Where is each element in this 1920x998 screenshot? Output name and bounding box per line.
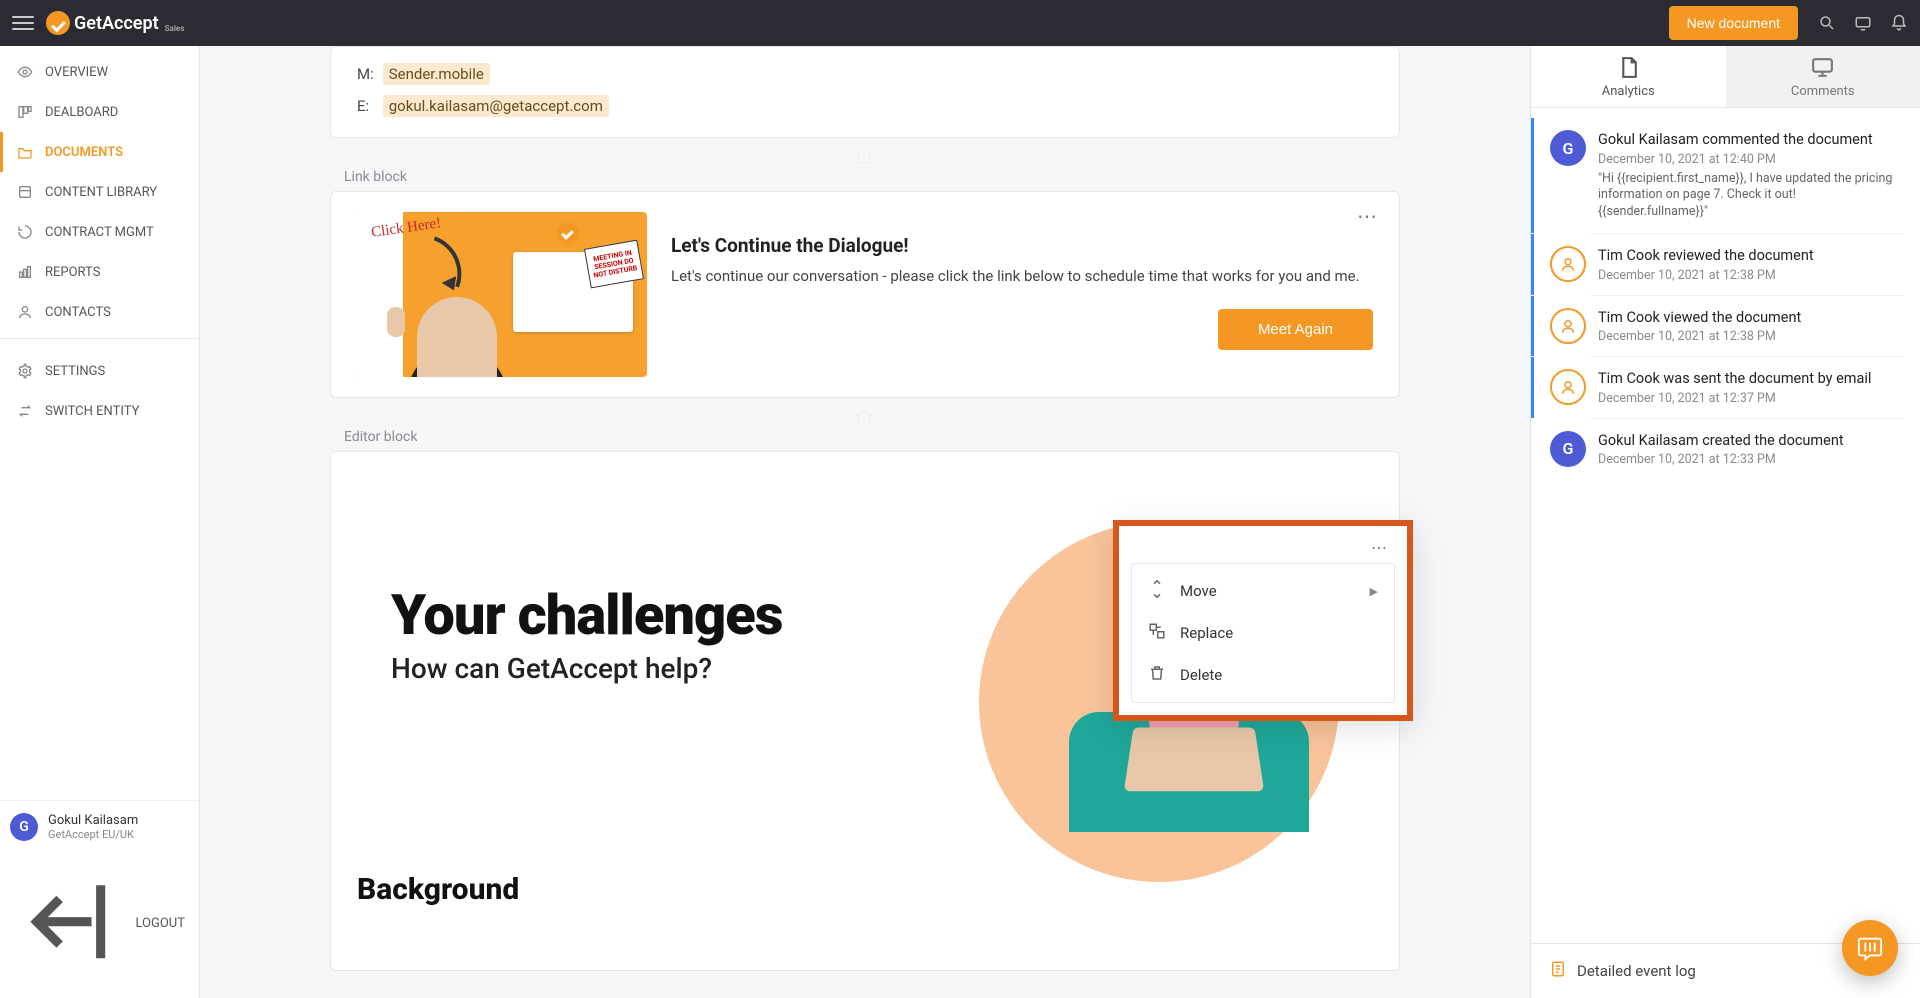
eye-icon (17, 64, 33, 80)
mobile-label: M: (357, 65, 379, 83)
feed-quote: "Hi {{recipient.first_name}}, I have upd… (1598, 171, 1904, 222)
link-block-menu-icon[interactable]: ⋯ (1357, 206, 1379, 226)
sidebar-label: CONTENT LIBRARY (45, 185, 157, 200)
mobile-chip[interactable]: Sender.mobile (383, 63, 490, 85)
sidebar-label: CONTRACT MGMT (45, 225, 154, 240)
trash-icon (1148, 664, 1166, 686)
link-thumbnail: Click Here! MEETING IN SESSION DO NOT DI… (357, 212, 647, 377)
sidebar: OVERVIEW DEALBOARD DOCUMENTS CONTENT LIB… (0, 46, 200, 998)
email-chip[interactable]: gokul.kailasam@getaccept.com (383, 95, 609, 117)
log-icon (1549, 960, 1567, 982)
sidebar-label: CONTACTS (45, 305, 111, 320)
logo[interactable]: GetAccept Sales (46, 11, 184, 35)
context-move[interactable]: Move ▶ (1132, 570, 1394, 612)
brand-sub: Sales (165, 24, 185, 33)
feed-date: December 10, 2021 at 12:38 PM (1598, 268, 1814, 283)
tab-analytics[interactable]: Analytics (1531, 46, 1726, 107)
user-name: Gokul Kailasam (48, 813, 138, 828)
sidebar-item-reports[interactable]: REPORTS (0, 252, 199, 292)
link-block-card: ⋯ Click Here! MEETING IN SESSION DO NOT … (330, 191, 1400, 398)
editor-block-label: Editor block (344, 429, 1400, 445)
chart-icon (17, 264, 33, 280)
chevron-right-icon: ▶ (1370, 585, 1378, 598)
feed-date: December 10, 2021 at 12:40 PM (1598, 152, 1904, 167)
tab-comments[interactable]: Comments (1726, 46, 1920, 107)
feed-item[interactable]: G Gokul Kailasam created the documentDece… (1531, 419, 1920, 480)
feed-title: Tim Cook was sent the document by email (1598, 369, 1871, 389)
sidebar-item-contacts[interactable]: CONTACTS (0, 292, 199, 332)
replace-icon (1148, 622, 1166, 644)
user-org: GetAccept EU/UK (48, 828, 138, 841)
monitor-icon (1810, 55, 1835, 80)
drag-handle-icon[interactable]: ⋮⋮ (330, 154, 1400, 165)
history-icon (17, 224, 33, 240)
sidebar-label: REPORTS (45, 265, 100, 280)
sidebar-item-dealboard[interactable]: DEALBOARD (0, 92, 199, 132)
link-block-body: Let's continue our conversation - please… (671, 267, 1373, 285)
sidebar-label: DEALBOARD (45, 105, 118, 120)
sidebar-item-overview[interactable]: OVERVIEW (0, 52, 199, 92)
feed-title: Gokul Kailasam created the document (1598, 431, 1844, 451)
feed-avatar: G (1550, 431, 1586, 467)
intercom-launcher[interactable] (1842, 920, 1898, 976)
context-delete[interactable]: Delete (1132, 654, 1394, 696)
context-menu-trigger-icon[interactable]: ⋯ (1119, 526, 1407, 563)
sidebar-label: DOCUMENTS (45, 145, 123, 160)
board-icon (17, 104, 33, 120)
logout-icon (14, 867, 123, 980)
logout-button[interactable]: LOGOUT (0, 853, 199, 998)
switch-icon (17, 403, 33, 419)
context-menu-highlight: ⋯ Move ▶ Replace Delete (1113, 520, 1413, 721)
user-avatar: G (10, 813, 38, 841)
sidebar-item-documents[interactable]: DOCUMENTS (0, 132, 199, 172)
sidebar-item-settings[interactable]: SETTINGS (0, 351, 199, 391)
topbar: GetAccept Sales New document (0, 0, 1920, 46)
logo-mark-icon (46, 11, 70, 35)
search-icon[interactable] (1818, 14, 1836, 32)
feed-avatar: G (1550, 130, 1586, 166)
feed-date: December 10, 2021 at 12:33 PM (1598, 452, 1844, 467)
link-block-label: Link block (344, 169, 1400, 185)
feed-date: December 10, 2021 at 12:38 PM (1598, 329, 1801, 344)
new-document-button[interactable]: New document (1669, 6, 1798, 40)
sidebar-label: OVERVIEW (45, 65, 108, 80)
folder-icon (17, 144, 33, 160)
menu-toggle[interactable] (12, 12, 34, 34)
present-icon[interactable] (1854, 14, 1872, 32)
bell-icon[interactable] (1890, 14, 1908, 32)
feed-title: Gokul Kailasam commented the document (1598, 130, 1904, 150)
hero-headline: Your challenges (391, 582, 783, 648)
meet-again-button[interactable]: Meet Again (1218, 309, 1373, 350)
feed-title: Tim Cook viewed the document (1598, 308, 1801, 328)
feed-title: Tim Cook reviewed the document (1598, 246, 1814, 266)
feed-avatar (1550, 246, 1586, 282)
brand-name: GetAccept (74, 13, 159, 34)
feed-item[interactable]: G Gokul Kailasam commented the document De… (1531, 118, 1920, 233)
feed-item[interactable]: Tim Cook reviewed the document December 1… (1531, 234, 1920, 295)
right-panel: Analytics Comments G Gokul Kailasam comme… (1530, 46, 1920, 998)
hero-sub: How can GetAccept help? (391, 652, 712, 685)
sidebar-item-contract-mgmt[interactable]: CONTRACT MGMT (0, 212, 199, 252)
feed-item[interactable]: Tim Cook viewed the documentDecember 10,… (1531, 296, 1920, 357)
context-replace[interactable]: Replace (1132, 612, 1394, 654)
drag-handle-icon[interactable]: ⋮⋮ (330, 414, 1400, 425)
move-icon (1148, 580, 1166, 602)
sidebar-label: SWITCH ENTITY (45, 404, 139, 419)
user-icon (17, 304, 33, 320)
link-block-title: Let's Continue the Dialogue! (671, 234, 1373, 257)
sidebar-item-switch-entity[interactable]: SWITCH ENTITY (0, 391, 199, 431)
sidebar-item-content-library[interactable]: CONTENT LIBRARY (0, 172, 199, 212)
library-icon (17, 184, 33, 200)
email-label: E: (357, 97, 379, 115)
activity-feed: G Gokul Kailasam commented the document De… (1531, 108, 1920, 943)
sidebar-label: SETTINGS (45, 364, 105, 379)
gear-icon (17, 363, 33, 379)
feed-date: December 10, 2021 at 12:37 PM (1598, 391, 1871, 406)
document-icon (1616, 55, 1641, 80)
feed-item[interactable]: Tim Cook was sent the document by email D… (1531, 357, 1920, 418)
feed-avatar (1550, 308, 1586, 344)
sender-card: M: Sender.mobile E: gokul.kailasam@getac… (330, 46, 1400, 138)
feed-avatar (1550, 369, 1586, 405)
user-block[interactable]: G Gokul Kailasam GetAccept EU/UK (0, 800, 199, 853)
